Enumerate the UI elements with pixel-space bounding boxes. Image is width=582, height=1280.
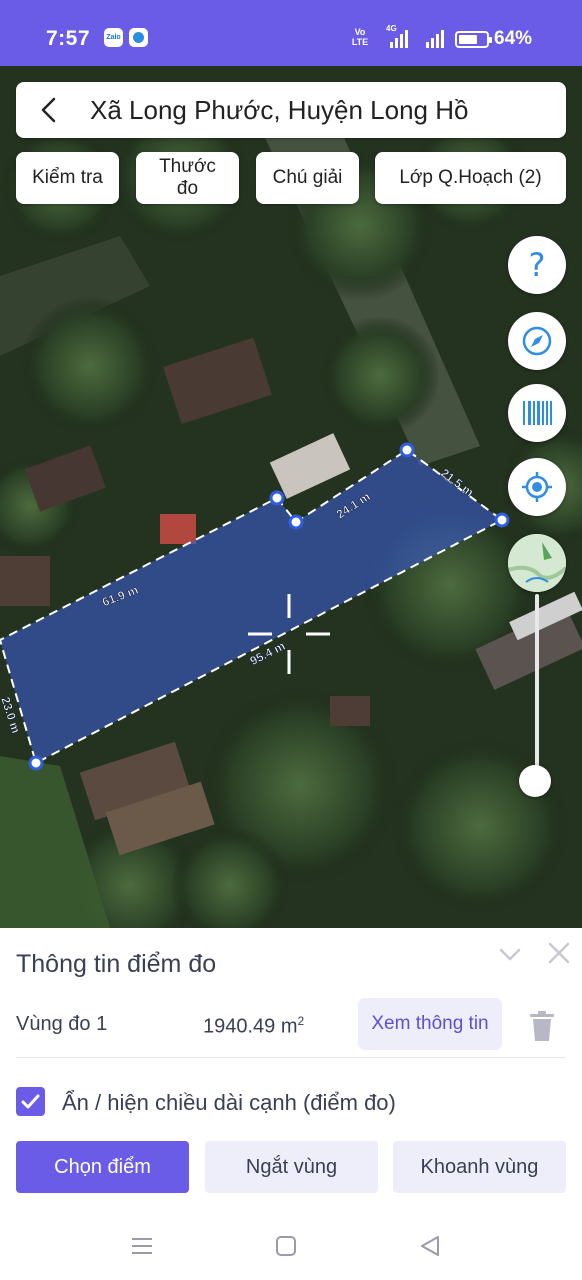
zone-vertex[interactable] [269, 490, 285, 506]
checkmark-icon [21, 1094, 40, 1109]
toggle-edge-length-label[interactable]: Ẩn / hiện chiều dài cạnh (điểm đo) [62, 1090, 396, 1116]
opacity-slider-thumb[interactable] [519, 765, 551, 797]
zone-vertex[interactable] [288, 514, 304, 530]
ruler-button[interactable]: Thước đo [136, 152, 239, 204]
back-icon[interactable] [418, 1234, 442, 1258]
zone-vertex[interactable] [399, 442, 415, 458]
opacity-slider-track[interactable] [535, 594, 539, 780]
map-thumbnail-icon [508, 534, 566, 592]
panel-title: Thông tin điểm đo [16, 950, 217, 978]
location-header[interactable]: Xã Long Phước, Huyện Long Hồ [16, 82, 566, 138]
enclose-zone-button[interactable]: Khoanh vùng [393, 1141, 566, 1193]
messenger-icon [129, 28, 148, 47]
barcode-button[interactable] [508, 384, 566, 442]
location-target-icon [522, 472, 552, 502]
trash-icon[interactable] [528, 1010, 556, 1042]
close-icon[interactable] [546, 940, 572, 966]
toggle-edge-length-checkbox[interactable] [16, 1087, 45, 1116]
divider [16, 1057, 566, 1058]
planning-layer-button[interactable]: Lớp Q.Hoạch (2) [375, 152, 566, 204]
question-mark-icon: ? [528, 246, 546, 284]
barcode-icon [523, 401, 552, 425]
legend-button[interactable]: Chú giải [256, 152, 359, 204]
check-button[interactable]: Kiểm tra [16, 152, 119, 204]
recent-apps-icon[interactable] [130, 1234, 154, 1258]
signal-icon [424, 28, 446, 48]
my-location-button[interactable] [508, 458, 566, 516]
help-button[interactable]: ? [508, 236, 566, 294]
battery-level: 64% [494, 28, 533, 49]
compass-button[interactable] [508, 312, 566, 370]
view-info-button[interactable]: Xem thông tin [358, 998, 502, 1050]
status-bar: 7:57 Zalo Vo LTE 4G 64% [0, 0, 582, 66]
zone-vertex[interactable] [494, 512, 510, 528]
zone-vertex[interactable] [28, 755, 44, 771]
location-title: Xã Long Phước, Huyện Long Hồ [90, 95, 469, 125]
zalo-icon: Zalo [104, 28, 123, 47]
pick-point-button[interactable]: Chọn điểm [16, 1141, 189, 1193]
basemap-button[interactable] [508, 534, 566, 592]
back-arrow-icon[interactable] [36, 96, 64, 124]
zone-area: 1940.49 m2 [203, 1014, 305, 1038]
chevron-down-icon[interactable] [496, 940, 524, 968]
battery-icon [455, 31, 492, 48]
volte-icon: Vo LTE [351, 27, 369, 47]
home-icon[interactable] [274, 1234, 298, 1258]
break-zone-button[interactable]: Ngắt vùng [205, 1141, 378, 1193]
signal-icon [388, 28, 410, 48]
zone-name: Vùng đo 1 [16, 1013, 108, 1035]
status-time: 7:57 [46, 27, 91, 50]
compass-icon [522, 326, 552, 356]
